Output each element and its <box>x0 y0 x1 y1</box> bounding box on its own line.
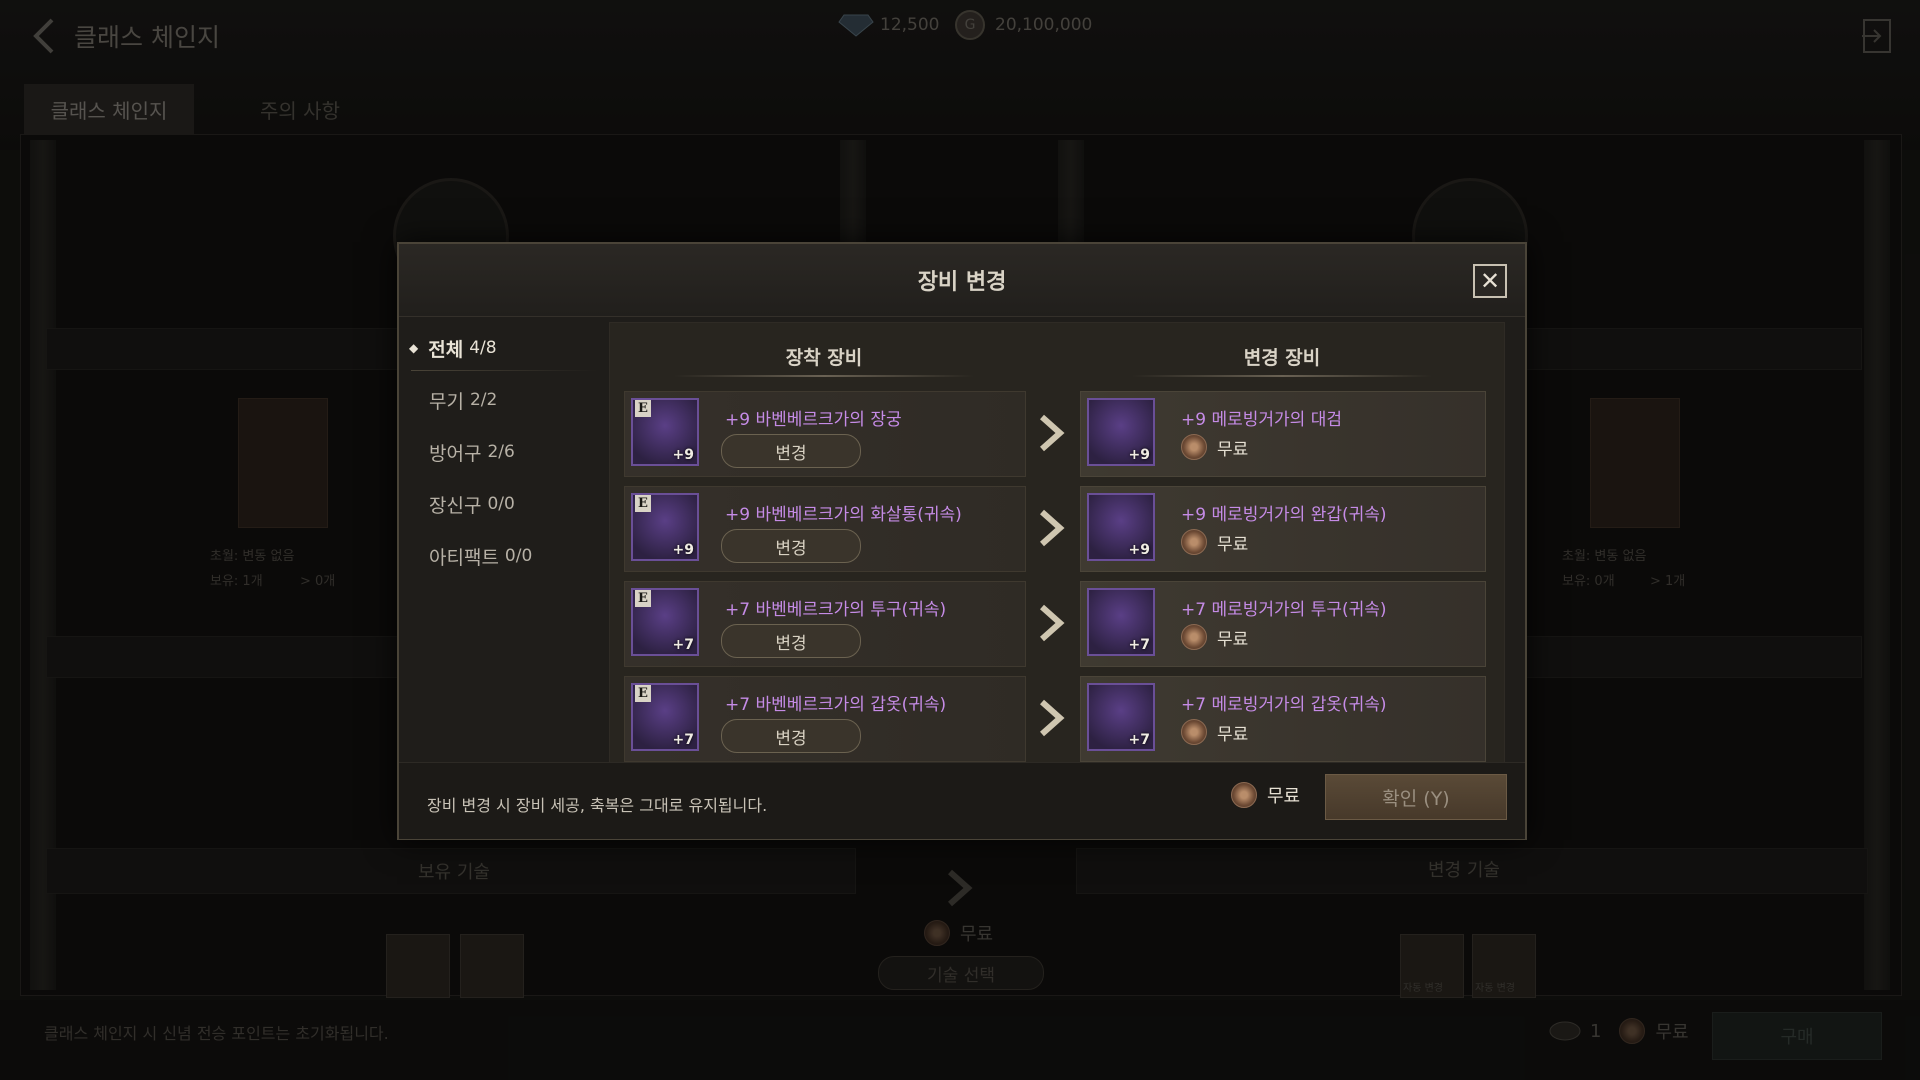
enhance-level: +9 <box>672 542 694 558</box>
cost-label: 무료 <box>1217 534 1249 555</box>
category-artifact[interactable]: 아티팩트 0/0 <box>429 536 599 576</box>
change-button[interactable]: 변경 <box>721 434 861 468</box>
equipped-item-name: +7 바벤베르크가의 갑옷(귀속) <box>725 695 947 715</box>
total-cost: 무료 <box>1231 782 1300 808</box>
change-cost: 무료 <box>1181 434 1248 460</box>
changed-item-name: +9 메로빙거가의 완갑(귀속) <box>1181 505 1387 525</box>
right-arrow-icon <box>1040 604 1065 642</box>
equipped-item-name: +9 바벤베르크가의 화살통(귀속) <box>725 505 962 525</box>
equipment-list: 장착 장비 변경 장비 E +9 +9 바벤베르크가의 장궁 변경 +9 +9 메… <box>609 322 1505 764</box>
cost-label: 무료 <box>1217 439 1249 460</box>
armor-icon: E +7 <box>631 683 699 751</box>
change-cost: 무료 <box>1181 529 1248 555</box>
category-count: 2/6 <box>487 442 515 462</box>
confirm-button[interactable]: 확인 (Y) <box>1325 774 1507 820</box>
category-label: 아티팩트 <box>429 546 499 569</box>
coin-icon <box>1181 529 1207 555</box>
equipped-item-name: +9 바벤베르크가의 장궁 <box>725 410 902 430</box>
total-cost-label: 무료 <box>1267 786 1301 807</box>
footer-note: 장비 변경 시 장비 세공, 축복은 그대로 유지됩니다. <box>427 796 768 815</box>
changed-item-row: +9 +9 메로빙거가의 완갑(귀속) 무료 <box>1080 486 1486 572</box>
enhance-level: +7 <box>1128 732 1150 748</box>
enhance-level: +7 <box>672 732 694 748</box>
coin-icon <box>1181 434 1207 460</box>
enhance-level: +7 <box>672 637 694 653</box>
equipped-badge: E <box>635 400 651 417</box>
enhance-level: +9 <box>1128 542 1150 558</box>
changed-item-name: +7 메로빙거가의 갑옷(귀속) <box>1181 695 1387 715</box>
changed-item-name: +7 메로빙거가의 투구(귀속) <box>1181 600 1387 620</box>
bow-icon: E +9 <box>631 398 699 466</box>
greatsword-icon: +9 <box>1087 398 1155 466</box>
close-icon: ✕ <box>1479 267 1501 295</box>
helmet-icon: E +7 <box>631 588 699 656</box>
equipped-item-row: E +7 +7 바벤베르크가의 투구(귀속) 변경 <box>624 581 1026 667</box>
category-count: 0/0 <box>487 494 515 514</box>
equipped-item-row: E +9 +9 바벤베르크가의 화살통(귀속) 변경 <box>624 486 1026 572</box>
close-button[interactable]: ✕ <box>1473 264 1507 298</box>
category-accessory[interactable]: 장신구 0/0 <box>429 484 599 524</box>
equipment-change-modal: 장비 변경 ✕ ◆ 전체 4/8 무기 2/2 방어구 2/6 장신구 0/0 아티팩트… <box>397 242 1527 840</box>
modal-title: 장비 변경 <box>917 270 1007 295</box>
changed-item-name: +9 메로빙거가의 대검 <box>1181 410 1342 430</box>
gauntlet-icon: +9 <box>1087 493 1155 561</box>
changed-header-line <box>1132 375 1432 377</box>
enhance-level: +9 <box>672 447 694 463</box>
category-armor[interactable]: 방어구 2/6 <box>429 432 599 472</box>
coin-icon <box>1181 719 1207 745</box>
change-cost: 무료 <box>1181 624 1248 650</box>
enhance-level: +9 <box>1128 447 1150 463</box>
armor-icon: +7 <box>1087 683 1155 751</box>
equipped-badge: E <box>635 590 651 607</box>
change-cost: 무료 <box>1181 719 1248 745</box>
category-label: 장신구 <box>429 494 482 517</box>
equipped-badge: E <box>635 685 651 702</box>
equipped-header: 장착 장비 <box>785 347 863 369</box>
equipped-item-row: E +9 +9 바벤베르크가의 장궁 변경 <box>624 391 1026 477</box>
cost-label: 무료 <box>1217 724 1249 745</box>
category-count: 0/0 <box>504 546 533 566</box>
change-button[interactable]: 변경 <box>721 624 861 658</box>
category-sidebar: ◆ 전체 4/8 무기 2/2 방어구 2/6 장신구 0/0 아티팩트 0/0 <box>409 324 599 754</box>
diamond-bullet-icon: ◆ <box>409 341 419 355</box>
changed-item-row: +9 +9 메로빙거가의 대검 무료 <box>1080 391 1486 477</box>
category-label: 무기 <box>429 390 464 413</box>
equipped-item-name: +7 바벤베르크가의 투구(귀속) <box>725 600 947 620</box>
change-button[interactable]: 변경 <box>721 529 861 563</box>
right-arrow-icon <box>1040 414 1065 452</box>
coin-icon <box>1181 624 1207 650</box>
right-arrow-icon <box>1040 509 1065 547</box>
category-all[interactable]: ◆ 전체 4/8 <box>409 328 599 368</box>
coin-icon <box>1231 782 1257 808</box>
equipped-item-row: E +7 +7 바벤베르크가의 갑옷(귀속) 변경 <box>624 676 1026 762</box>
cost-label: 무료 <box>1217 629 1249 650</box>
category-label: 방어구 <box>429 442 482 465</box>
helmet-icon: +7 <box>1087 588 1155 656</box>
changed-item-row: +7 +7 메로빙거가의 갑옷(귀속) 무료 <box>1080 676 1486 762</box>
changed-item-row: +7 +7 메로빙거가의 투구(귀속) 무료 <box>1080 581 1486 667</box>
category-count: 4/8 <box>469 338 497 358</box>
changed-header: 변경 장비 <box>1243 347 1321 369</box>
change-button[interactable]: 변경 <box>721 719 861 753</box>
enhance-level: +7 <box>1128 637 1150 653</box>
right-arrow-icon <box>1040 699 1065 737</box>
equipped-header-line <box>674 375 974 377</box>
category-count: 2/2 <box>469 390 498 410</box>
quiver-icon: E +9 <box>631 493 699 561</box>
equipped-badge: E <box>635 495 651 512</box>
category-weapon[interactable]: 무기 2/2 <box>429 380 599 420</box>
category-label: 전체 <box>428 338 464 361</box>
category-divider <box>411 370 597 371</box>
